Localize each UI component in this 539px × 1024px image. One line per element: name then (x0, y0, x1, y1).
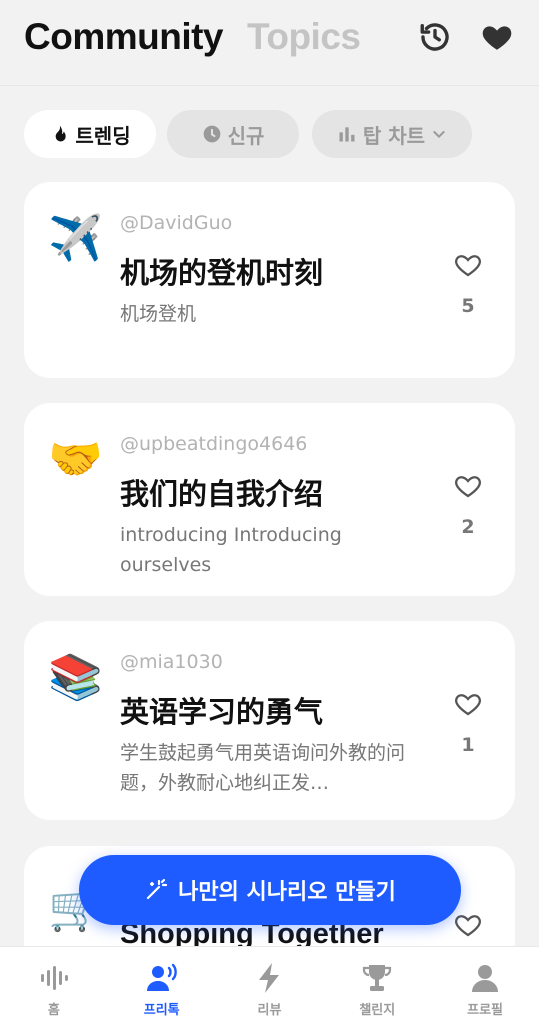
like-heart-icon[interactable] (453, 250, 483, 280)
filter-top-chart[interactable]: 탑 차트 (312, 110, 472, 158)
tab-challenge[interactable]: 챌린지 (323, 947, 431, 1024)
tab-label: 프리톡 (143, 1003, 180, 1018)
header: Community Topics (0, 0, 539, 86)
filter-new[interactable]: 신규 (167, 110, 299, 158)
books-icon: 📚 (48, 652, 103, 703)
tab-label: 프로필 (467, 1003, 504, 1018)
topic-card[interactable]: ✈️ @DavidGuo 机场的登机时刻 机场登机 5 (24, 182, 515, 378)
clock-icon (203, 125, 220, 143)
card-author: @DavidGuo (120, 212, 233, 234)
tab-review[interactable]: 리뷰 (216, 947, 324, 1024)
tab-label: 홈 (47, 1003, 60, 1018)
tab-label: 챌린지 (359, 1003, 396, 1018)
tab-profile[interactable]: 프로필 (431, 947, 539, 1024)
card-description: 学生鼓起勇气用英语询问外教的问题，外教耐心地纠正发… (120, 742, 406, 794)
filter-trending[interactable]: 트렌딩 (24, 110, 156, 158)
filter-label: 신규 (227, 123, 265, 148)
lightning-icon (259, 963, 280, 993)
card-author: @upbeatdingo4646 (120, 433, 308, 455)
card-description: introducing Introducing ourselves (120, 524, 342, 576)
tab-label: 리뷰 (257, 1003, 282, 1018)
tab-home[interactable]: 홈 (0, 947, 108, 1024)
like-count: 2 (461, 516, 475, 538)
filter-label: 탑 차트 (362, 123, 426, 148)
waveform-icon (40, 966, 68, 990)
card-title: 英语学习的勇气 (120, 695, 324, 729)
chevron-down-icon (433, 131, 445, 138)
filter-label: 트렌딩 (75, 123, 131, 148)
like-count: 1 (461, 734, 475, 756)
create-scenario-button[interactable]: 나만의 시나리오 만들기 (79, 855, 461, 925)
card-description: 机场登机 (120, 303, 197, 325)
person-icon (472, 965, 499, 992)
history-icon[interactable] (418, 20, 452, 54)
bottom-tab-bar: 홈 프리톡 리뷰 챌린지 프로필 (0, 946, 539, 1024)
card-title: 机场的登机时刻 (120, 256, 324, 290)
like-count: 5 (461, 295, 475, 317)
tab-community[interactable]: Community (24, 16, 224, 58)
filter-bar: 트렌딩 신규 탑 차트 (0, 110, 539, 158)
tab-topics[interactable]: Topics (247, 16, 361, 58)
bar-chart-icon (339, 127, 355, 142)
topic-card[interactable]: 📚 @mia1030 英语学习的勇气 学生鼓起勇气用英语询问外教的问题，外教耐心… (24, 621, 515, 820)
handshake-icon: 🤝 (48, 434, 103, 485)
card-author: @mia1030 (120, 651, 223, 673)
like-heart-icon[interactable] (453, 910, 483, 940)
fire-icon (56, 125, 67, 142)
heart-icon[interactable] (480, 20, 514, 54)
speaking-person-icon (146, 963, 177, 991)
airplane-icon: ✈️ (48, 213, 103, 264)
create-scenario-label: 나만의 시나리오 만들기 (178, 880, 396, 905)
magic-wand-icon (147, 878, 168, 900)
like-heart-icon[interactable] (453, 471, 483, 501)
tab-freetalk[interactable]: 프리톡 (108, 947, 216, 1024)
card-title: 我们的自我介绍 (120, 477, 324, 511)
topic-card[interactable]: 🤝 @upbeatdingo4646 我们的自我介绍 introducing I… (24, 403, 515, 596)
trophy-icon (363, 965, 392, 991)
like-heart-icon[interactable] (453, 689, 483, 719)
